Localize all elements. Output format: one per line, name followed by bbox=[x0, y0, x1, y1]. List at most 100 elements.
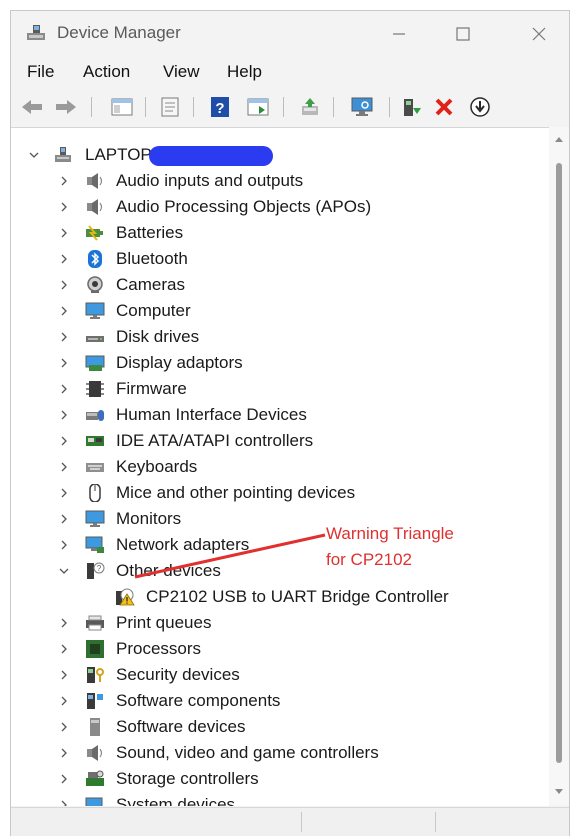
scroll-thumb[interactable] bbox=[556, 163, 562, 763]
forward-button[interactable] bbox=[53, 94, 79, 120]
category-ide-ata-atapi-controllers[interactable]: IDE ATA/ATAPI controllers bbox=[11, 428, 549, 454]
chevron-right-icon[interactable] bbox=[57, 720, 71, 734]
speaker-icon bbox=[85, 198, 105, 216]
category-batteries[interactable]: Batteries bbox=[11, 220, 549, 246]
toolbar-separator bbox=[333, 97, 334, 117]
category-processors[interactable]: Processors bbox=[11, 636, 549, 662]
chevron-right-icon[interactable] bbox=[57, 798, 71, 806]
title-bar[interactable]: Device Manager bbox=[11, 11, 569, 57]
chevron-right-icon[interactable] bbox=[57, 538, 71, 552]
device-tree[interactable]: LAPTOP Audio inputs and outputs Audio Proc… bbox=[11, 127, 549, 806]
chevron-right-icon[interactable] bbox=[57, 460, 71, 474]
chevron-right-icon[interactable] bbox=[57, 668, 71, 682]
run-action-button[interactable] bbox=[245, 94, 271, 120]
chevron-right-icon[interactable] bbox=[57, 226, 71, 240]
category-cameras[interactable]: Cameras bbox=[11, 272, 549, 298]
chevron-right-icon[interactable] bbox=[57, 694, 71, 708]
chevron-right-icon[interactable] bbox=[57, 486, 71, 500]
console-tree-button[interactable] bbox=[109, 94, 135, 120]
category-label: Storage controllers bbox=[116, 769, 259, 788]
category-computer[interactable]: Computer bbox=[11, 298, 549, 324]
chevron-right-icon[interactable] bbox=[57, 642, 71, 656]
chevron-right-icon[interactable] bbox=[57, 746, 71, 760]
help-button[interactable]: ? bbox=[207, 94, 233, 120]
window-title: Device Manager bbox=[57, 23, 181, 42]
chevron-right-icon[interactable] bbox=[57, 356, 71, 370]
chevron-right-icon[interactable] bbox=[57, 174, 71, 188]
category-human-interface-devices[interactable]: Human Interface Devices bbox=[11, 402, 549, 428]
category-software-components[interactable]: Software components bbox=[11, 688, 549, 714]
printer-icon bbox=[85, 614, 105, 632]
enable-device-button[interactable] bbox=[399, 94, 425, 120]
status-bar bbox=[11, 807, 569, 836]
annotation-line-2: for CP2102 bbox=[326, 550, 412, 569]
ide-controller-icon bbox=[85, 432, 105, 450]
menu-view[interactable]: View bbox=[163, 62, 200, 82]
chevron-right-icon[interactable] bbox=[57, 200, 71, 214]
category-disk-drives[interactable]: Disk drives bbox=[11, 324, 549, 350]
chevron-right-icon[interactable] bbox=[57, 434, 71, 448]
category-audio-processing-objects-apos[interactable]: Audio Processing Objects (APOs) bbox=[11, 194, 549, 220]
category-label: Software components bbox=[116, 691, 281, 710]
chevron-right-icon[interactable] bbox=[57, 278, 71, 292]
vertical-scrollbar[interactable] bbox=[549, 127, 569, 805]
toolbar-separator bbox=[91, 97, 92, 117]
category-sound-video-and-game-controllers[interactable]: Sound, video and game controllers bbox=[11, 740, 549, 766]
chevron-right-icon[interactable] bbox=[57, 382, 71, 396]
category-bluetooth[interactable]: Bluetooth bbox=[11, 246, 549, 272]
category-label: Bluetooth bbox=[116, 249, 188, 268]
scroll-up-arrow[interactable] bbox=[555, 137, 563, 142]
chevron-down-icon[interactable] bbox=[57, 564, 71, 578]
scan-hardware-button[interactable] bbox=[349, 94, 375, 120]
menu-action[interactable]: Action bbox=[83, 62, 130, 82]
category-storage-controllers[interactable]: Storage controllers bbox=[11, 766, 549, 792]
scroll-down-arrow[interactable] bbox=[555, 789, 563, 794]
chevron-right-icon[interactable] bbox=[57, 772, 71, 786]
category-print-queues[interactable]: Print queues bbox=[11, 610, 549, 636]
status-separator bbox=[301, 812, 302, 832]
enable-device-icon bbox=[404, 99, 421, 116]
update-driver-button[interactable] bbox=[297, 94, 323, 120]
category-mice-and-other-pointing-devices[interactable]: Mice and other pointing devices bbox=[11, 480, 549, 506]
category-display-adaptors[interactable]: Display adaptors bbox=[11, 350, 549, 376]
maximize-icon bbox=[456, 27, 470, 41]
back-button[interactable] bbox=[19, 94, 45, 120]
chevron-right-icon[interactable] bbox=[57, 304, 71, 318]
category-system-devices[interactable]: System devices bbox=[11, 792, 549, 806]
warning-annotation: Warning Triangle for CP2102 bbox=[326, 521, 454, 573]
disable-device-button[interactable] bbox=[467, 94, 493, 120]
category-security-devices[interactable]: Security devices bbox=[11, 662, 549, 688]
chevron-right-icon[interactable] bbox=[57, 512, 71, 526]
chevron-right-icon[interactable] bbox=[57, 616, 71, 630]
back-arrow-icon bbox=[22, 100, 42, 114]
battery-icon bbox=[85, 224, 105, 242]
category-label: System devices bbox=[116, 795, 236, 806]
unknown-device-icon: ? bbox=[85, 562, 105, 580]
category-label: Audio inputs and outputs bbox=[116, 171, 304, 190]
chevron-right-icon[interactable] bbox=[57, 408, 71, 422]
toolbar: ? bbox=[11, 91, 569, 123]
device-cp2102-usb-to-uart-bridge-controller[interactable]: CP2102 USB to UART Bridge Controller bbox=[11, 584, 549, 610]
close-button[interactable] bbox=[517, 19, 561, 49]
minimize-button[interactable] bbox=[377, 19, 421, 49]
menu-file[interactable]: File bbox=[27, 62, 54, 82]
show-hide-console-tree-icon bbox=[111, 98, 133, 116]
category-firmware[interactable]: Firmware bbox=[11, 376, 549, 402]
speaker-icon bbox=[85, 744, 105, 762]
category-label: Cameras bbox=[116, 275, 185, 294]
chevron-down-icon[interactable] bbox=[27, 148, 41, 162]
tree-root-laptop[interactable]: LAPTOP bbox=[11, 142, 549, 168]
chevron-right-icon[interactable] bbox=[57, 330, 71, 344]
category-audio-inputs-and-outputs[interactable]: Audio inputs and outputs bbox=[11, 168, 549, 194]
run-action-icon bbox=[247, 98, 269, 116]
category-monitors[interactable]: Monitors bbox=[11, 506, 549, 532]
category-keyboards[interactable]: Keyboards bbox=[11, 454, 549, 480]
menu-help[interactable]: Help bbox=[227, 62, 262, 82]
maximize-button[interactable] bbox=[441, 19, 485, 49]
category-software-devices[interactable]: Software devices bbox=[11, 714, 549, 740]
properties-button[interactable] bbox=[157, 94, 183, 120]
uninstall-device-button[interactable] bbox=[431, 94, 457, 120]
chevron-right-icon[interactable] bbox=[57, 252, 71, 266]
computer-icon bbox=[85, 302, 105, 320]
menu-bar: File Action View Help bbox=[11, 59, 569, 87]
